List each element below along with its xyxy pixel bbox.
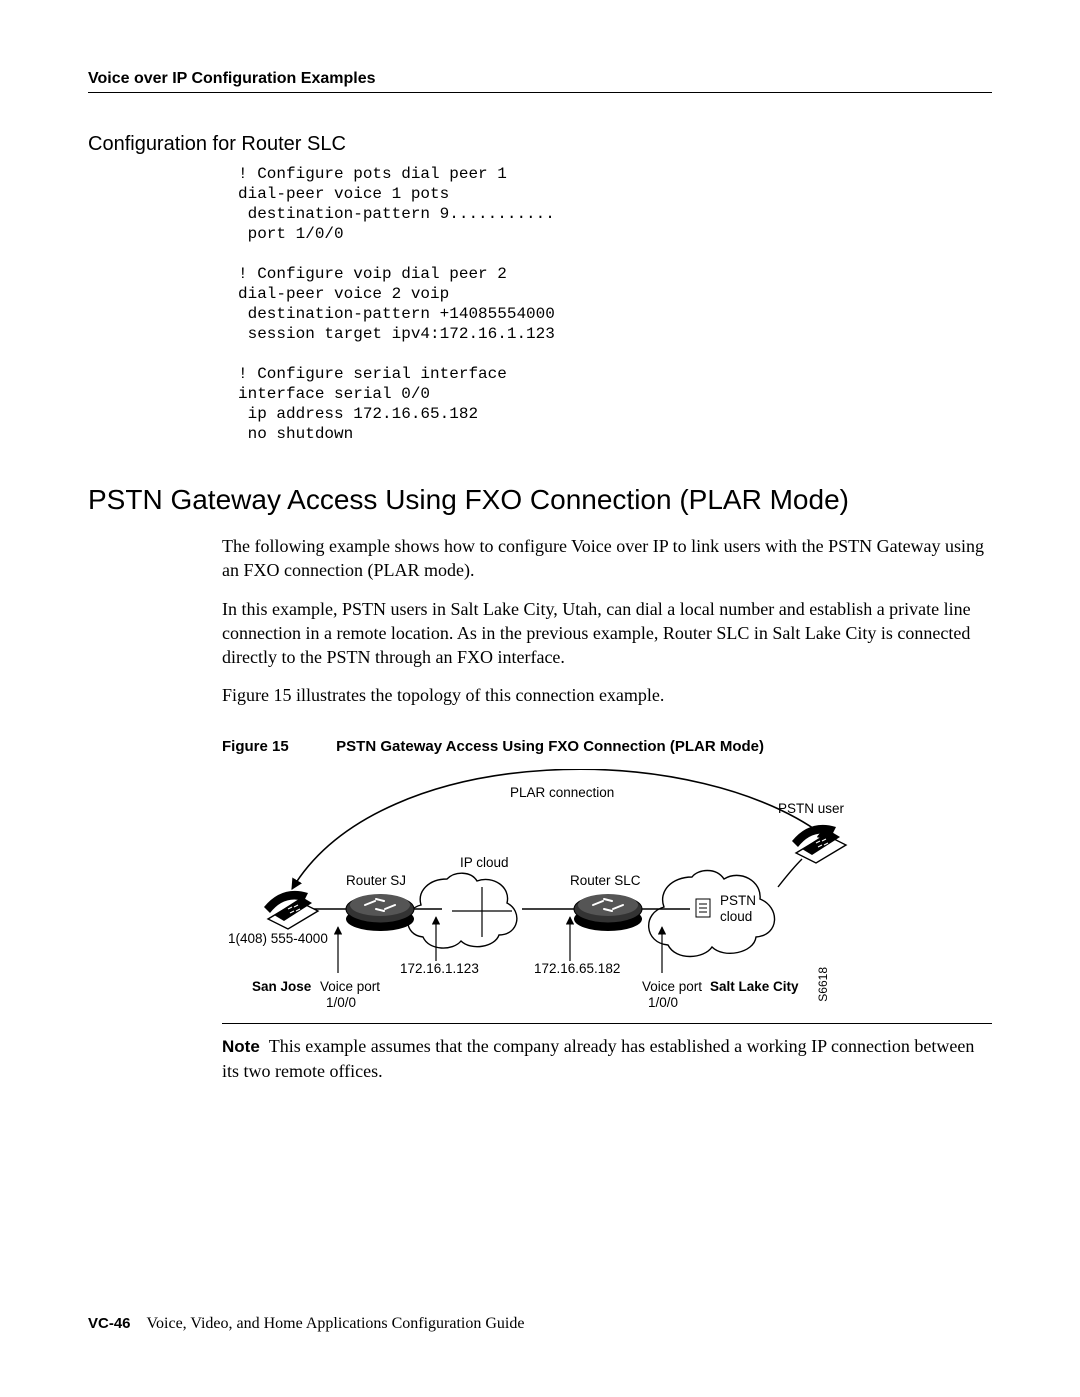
note-rule — [222, 1023, 992, 1024]
para-3: Figure 15 illustrates the topology of th… — [88, 683, 992, 707]
note-text: Note This example assumes that the compa… — [88, 1034, 992, 1083]
label-pstn-cloud-1: PSTN — [720, 893, 756, 908]
figure-caption: Figure 15 PSTN Gateway Access Using FXO … — [88, 738, 992, 755]
page-number: VC-46 — [88, 1315, 131, 1332]
label-pstn-cloud-2: cloud — [720, 909, 752, 924]
para-2: In this example, PSTN users in Salt Lake… — [88, 597, 992, 670]
label-voice-port-sj: Voice port — [320, 979, 380, 994]
label-pstn-user: PSTN user — [778, 801, 844, 816]
label-plar: PLAR connection — [510, 785, 614, 800]
label-port-num-sj: 1/0/0 — [326, 995, 356, 1010]
book-title: Voice, Video, and Home Applications Conf… — [147, 1315, 525, 1332]
label-phone-number: 1(408) 555-4000 — [228, 931, 328, 946]
label-salt-lake: Salt Lake City — [710, 979, 799, 994]
figure-15-diagram: PLAR connection PSTN user Router SJ IP c… — [222, 769, 862, 999]
header-rule — [88, 92, 992, 93]
label-router-slc: Router SLC — [570, 873, 641, 888]
label-san-jose: San Jose — [252, 979, 311, 994]
note-label: Note — [222, 1037, 260, 1056]
running-head: Voice over IP Configuration Examples — [88, 70, 992, 88]
label-voice-port-slc: Voice port — [642, 979, 702, 994]
phone-icon — [264, 891, 318, 929]
label-router-sj: Router SJ — [346, 873, 406, 888]
label-side-id: S6618 — [816, 967, 830, 1002]
figure-title: PSTN Gateway Access Using FXO Connection… — [336, 738, 764, 755]
para-1: The following example shows how to confi… — [88, 534, 992, 583]
phone-icon — [792, 825, 846, 863]
label-port-num-slc: 1/0/0 — [648, 995, 678, 1010]
label-ip-slc: 172.16.65.182 — [534, 961, 620, 976]
code-block-slc: ! Configure pots dial peer 1 dial-peer v… — [238, 164, 992, 444]
label-ip-cloud: IP cloud — [460, 855, 509, 870]
note-body: This example assumes that the company al… — [222, 1036, 974, 1081]
figure-number: Figure 15 — [222, 738, 332, 755]
section-title-config-slc: Configuration for Router SLC — [88, 133, 992, 156]
section-title-main: PSTN Gateway Access Using FXO Connection… — [88, 484, 992, 516]
page-footer: VC-46 Voice, Video, and Home Application… — [88, 1315, 524, 1333]
label-ip-sj: 172.16.1.123 — [400, 961, 479, 976]
